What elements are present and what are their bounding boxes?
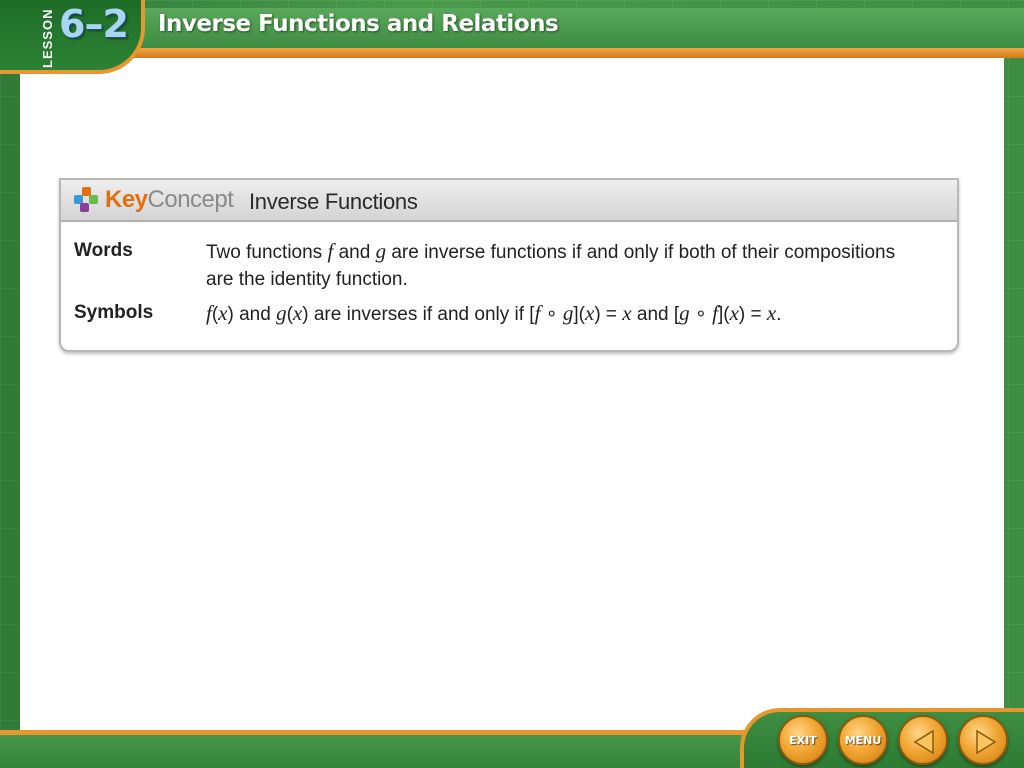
lesson-tab: LESSON 6–2 <box>0 0 145 74</box>
slide-canvas <box>20 58 1004 730</box>
lesson-title: Inverse Functions and Relations <box>158 11 559 37</box>
key-concept-header: KeyConcept Inverse Functions <box>61 180 957 222</box>
previous-button[interactable] <box>898 715 948 765</box>
exit-label: EXIT <box>789 733 817 747</box>
exit-button[interactable]: EXIT <box>778 715 828 765</box>
lesson-header: LESSON 6–2 Inverse Functions and Relatio… <box>0 0 1024 74</box>
right-arrow-icon <box>976 729 997 755</box>
words-label: Words <box>74 240 133 261</box>
brand-key: Key <box>105 186 148 213</box>
brand-concept: Concept <box>147 186 234 213</box>
menu-button[interactable]: MENU <box>838 715 888 765</box>
key-concept-brand: KeyConcept <box>105 186 234 214</box>
header-accent-stripe <box>0 48 1024 58</box>
words-text: Two functions f and g are inverse functi… <box>206 239 896 290</box>
menu-label: MENU <box>844 733 882 747</box>
lesson-number: 6–2 <box>59 2 129 46</box>
symbols-text: f(x) and g(x) are inverses if and only i… <box>206 301 782 325</box>
key-concept-box: KeyConcept Inverse Functions Words Two f… <box>59 178 959 352</box>
symbols-label: Symbols <box>74 302 154 323</box>
lesson-word: LESSON <box>40 8 55 68</box>
next-button[interactable] <box>958 715 1008 765</box>
key-concept-logo-icon <box>74 187 98 212</box>
key-concept-title: Inverse Functions <box>249 189 418 214</box>
left-arrow-icon <box>913 729 934 755</box>
